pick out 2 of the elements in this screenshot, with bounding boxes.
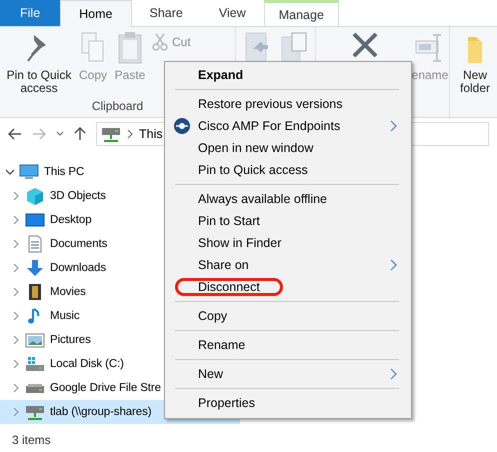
group-label: Clipboard [92,99,144,115]
item-count: 3 items [12,433,51,447]
